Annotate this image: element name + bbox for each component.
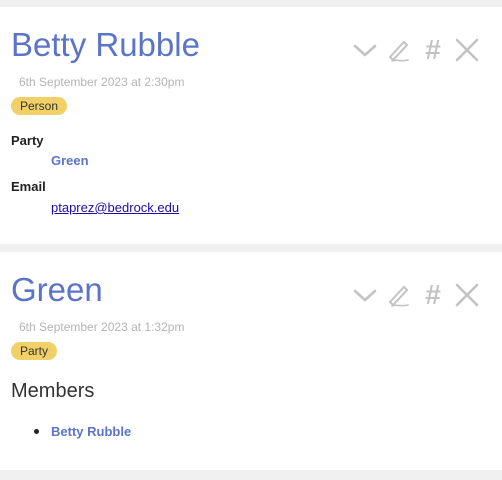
tag-person[interactable]: Person	[11, 97, 68, 115]
email-link[interactable]: ptaprez@bedrock.edu	[51, 200, 179, 215]
tag-party[interactable]: Party	[11, 342, 58, 360]
tiddler-date: 6th September 2023 at 1:32pm	[19, 320, 185, 334]
field-label-email: Email	[11, 179, 46, 194]
tiddler-river: Betty Rubble # 6th September 2023 at 2:3…	[0, 0, 502, 480]
pencil-icon[interactable]	[386, 37, 412, 63]
close-icon[interactable]	[454, 282, 480, 308]
chevron-down-icon[interactable]	[352, 282, 378, 308]
permalink-hash-button[interactable]: #	[420, 281, 446, 309]
member-link[interactable]: Betty Rubble	[34, 424, 131, 439]
tiddler-toolbar: #	[352, 36, 480, 64]
chevron-down-icon[interactable]	[352, 37, 378, 63]
tiddler-toolbar: #	[352, 281, 480, 309]
pencil-icon[interactable]	[386, 282, 412, 308]
party-link[interactable]: Green	[51, 153, 89, 168]
tiddler-card-green: Green # 6th September 2023 at 1:32pm Par…	[0, 252, 502, 470]
field-label-party: Party	[11, 133, 44, 148]
permalink-hash-button[interactable]: #	[420, 36, 446, 64]
close-icon[interactable]	[454, 37, 480, 63]
tiddler-date: 6th September 2023 at 2:30pm	[19, 75, 185, 89]
members-heading: Members	[11, 380, 95, 402]
tiddler-title: Betty Rubble	[11, 26, 200, 63]
tiddler-card-betty-rubble: Betty Rubble # 6th September 2023 at 2:3…	[0, 7, 502, 244]
tiddler-title: Green	[11, 271, 103, 308]
members-list: Betty Rubble	[34, 424, 131, 439]
